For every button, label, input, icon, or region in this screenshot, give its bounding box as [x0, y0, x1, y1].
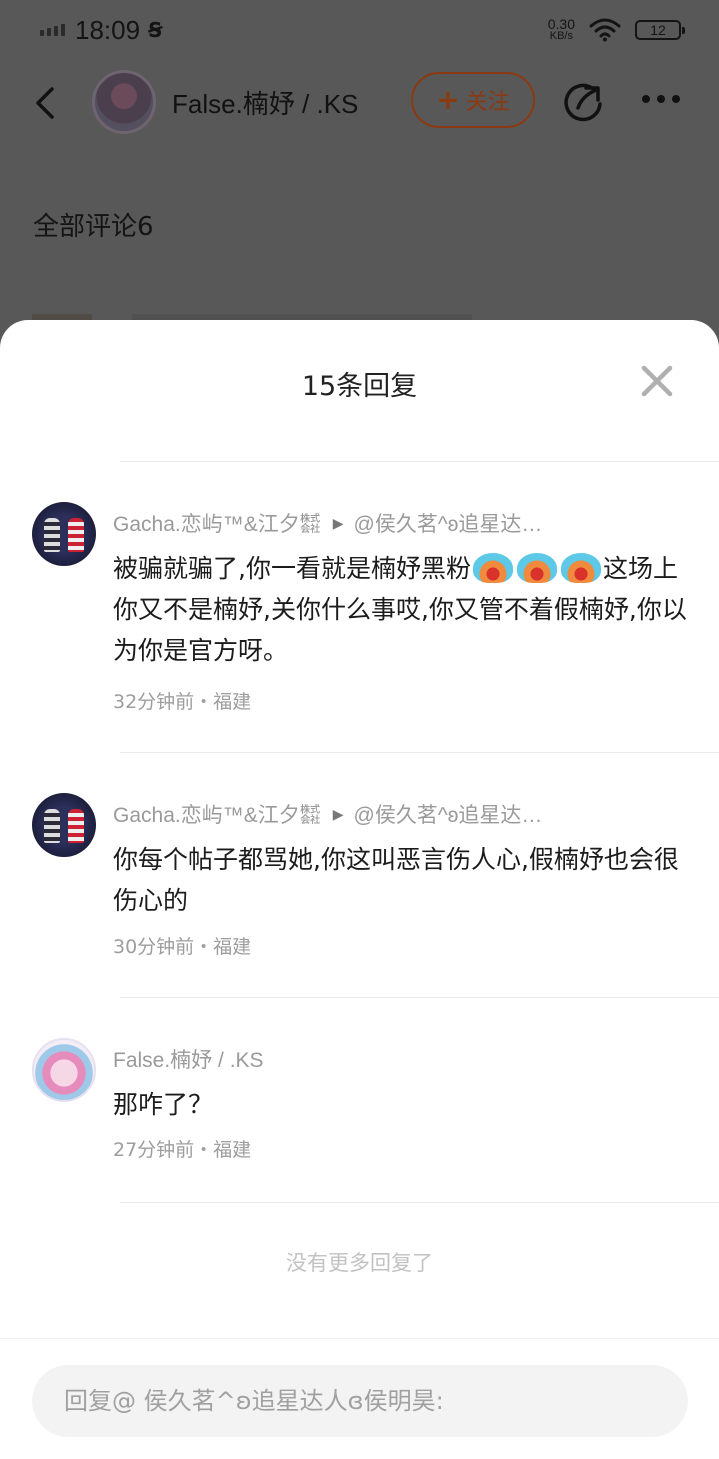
status-bar: 18:09 Ꞩ 0.30 KB/s 12: [0, 0, 719, 60]
reply-author[interactable]: Gacha.恋屿™&江夕㍿: [113, 508, 321, 538]
battery-icon: 12: [635, 20, 685, 40]
close-icon[interactable]: [640, 364, 674, 398]
reply-header: False.楠妤 / .KS: [113, 1044, 264, 1074]
emoji-icon: [560, 553, 601, 583]
reply-text: 那咋了？: [113, 1090, 214, 1119]
battery-level: 12: [650, 22, 666, 38]
back-icon[interactable]: [30, 86, 60, 120]
reply-header: Gacha.恋屿™&江夕㍿ ▶ @侯久茗^ʚ追星达…: [113, 799, 542, 829]
divider: [120, 752, 719, 753]
top-bar: False.楠妤 / .KS + 关注: [0, 66, 719, 138]
share-icon[interactable]: [562, 80, 606, 124]
avatar[interactable]: [32, 1038, 96, 1102]
avatar[interactable]: [32, 793, 96, 857]
reply-target[interactable]: @侯久茗^ʚ追星达…: [354, 799, 543, 829]
follow-label: 关注: [465, 90, 510, 115]
reply-author[interactable]: Gacha.恋屿™&江夕㍿: [113, 799, 321, 829]
author-avatar[interactable]: [92, 70, 156, 134]
avatar[interactable]: [32, 502, 96, 566]
more-icon[interactable]: [642, 95, 680, 103]
reply-text: 被骗就骗了,你一看就是楠妤黑粉 这场上你又不是楠妤,关你什么事哎,你又管不着假楠妤…: [113, 548, 698, 671]
reply-arrow-icon: ▶: [332, 514, 344, 531]
sheet-title: 15条回复: [301, 371, 418, 402]
divider: [120, 461, 719, 462]
reply-input[interactable]: [32, 1365, 688, 1437]
reply-arrow-icon: ▶: [332, 805, 344, 822]
reply-meta: 27分钟前・福建: [113, 1139, 252, 1161]
silent-mode-icon: Ꞩ: [148, 18, 163, 42]
reply-meta: 30分钟前・福建: [113, 936, 252, 958]
follow-button[interactable]: + 关注: [411, 72, 535, 128]
signal-icon: [40, 24, 65, 36]
reply-text: 你每个帖子都骂她,你这叫恶言伤人心,假楠妤也会很伤心的: [113, 845, 679, 915]
divider: [120, 1202, 719, 1203]
status-time: 18:09: [75, 14, 141, 45]
reply-target[interactable]: @侯久茗^ʚ追星达…: [354, 508, 543, 538]
author-name[interactable]: False.楠妤 / .KS: [172, 84, 358, 121]
emoji-icon: [516, 553, 557, 583]
no-more-replies: 没有更多回复了: [286, 1251, 433, 1275]
reply-sheet: 15条回复 Gacha.恋屿™&江夕㍿ ▶ @侯久茗^ʚ追星达… 被骗就骗了,你…: [0, 320, 719, 1459]
reply-input-bar: [0, 1338, 719, 1459]
all-comments-title: 全部评论6: [33, 212, 154, 242]
reply-text-part: 被骗就骗了,你一看就是楠妤黑粉: [113, 554, 471, 583]
wifi-icon: [589, 18, 621, 42]
reply-header: Gacha.恋屿™&江夕㍿ ▶ @侯久茗^ʚ追星达…: [113, 508, 542, 538]
divider: [120, 997, 719, 998]
emoji-icon: [472, 553, 513, 583]
net-speed-unit: KB/s: [549, 30, 573, 42]
plus-icon: +: [436, 83, 460, 116]
net-speed: 0.30 KB/s: [548, 17, 575, 42]
reply-author[interactable]: False.楠妤 / .KS: [113, 1044, 264, 1074]
reply-meta: 32分钟前・福建: [113, 691, 252, 713]
